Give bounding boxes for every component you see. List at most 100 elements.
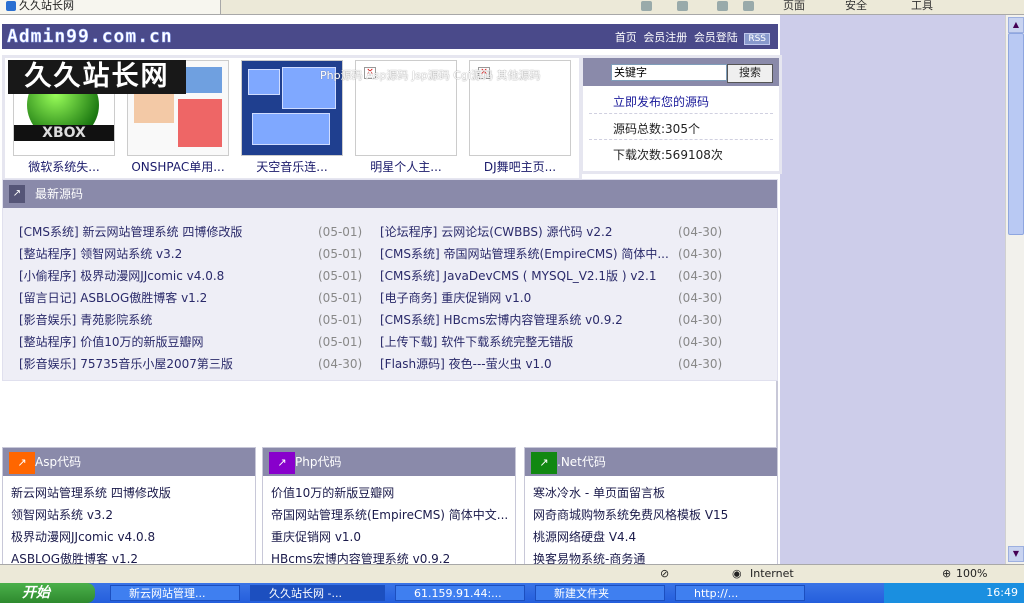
item-tag[interactable]: [上传下载] xyxy=(380,335,437,349)
site-url-banner: Admin99.com.cn xyxy=(7,26,173,48)
list-item[interactable]: 帝国网站管理系统(EmpireCMS) 简体中文... xyxy=(271,504,508,526)
list-item[interactable]: HBcms宏博内容管理系统 v0.9.2 xyxy=(271,548,508,564)
item-title[interactable]: 重庆促销网 v1.0 xyxy=(441,291,531,305)
list-item[interactable]: [CMS系统] JavaDevCMS ( MYSQL_V2.1版 ) v2.1 xyxy=(380,266,657,286)
list-item[interactable]: 领智网站系统 v3.2 xyxy=(11,504,171,526)
item-tag[interactable]: [电子商务] xyxy=(380,291,437,305)
item-tag[interactable]: [整站程序] xyxy=(19,335,76,349)
taskbar-item[interactable]: http://... xyxy=(675,585,805,601)
list-item[interactable]: [CMS系统] HBcms宏博内容管理系统 v0.9.2 xyxy=(380,310,623,330)
list-item[interactable]: [整站程序] 领智网站系统 v3.2 xyxy=(19,244,182,264)
site-header: Admin99.com.cn 首页 会员注册 会员登陆 RSS xyxy=(2,24,778,49)
item-tag[interactable]: [整站程序] xyxy=(19,247,76,261)
scroll-thumb[interactable] xyxy=(1008,33,1024,235)
item-tag[interactable]: [Flash源码] xyxy=(380,357,445,371)
item-title[interactable]: 极界动漫网JJcomic v4.0.8 xyxy=(80,269,224,283)
list-item[interactable]: 寒冰冷水 - 单页面留言板 xyxy=(533,482,728,504)
code-list: 新云网站管理系统 四博修改版 领智网站系统 v3.2 极界动漫网JJcomic … xyxy=(11,482,171,564)
search-input[interactable] xyxy=(611,64,727,81)
featured-caption[interactable]: DJ舞吧主页... xyxy=(465,158,575,175)
item-tag[interactable]: [论坛程序] xyxy=(380,225,437,239)
windows-taskbar: 开始 新云网站管理... 久久站长网 -... 61.159.91.44:...… xyxy=(0,583,1024,603)
item-tag[interactable]: [影音娱乐] xyxy=(19,313,76,327)
list-item[interactable]: 极界动漫网JJcomic v4.0.8 xyxy=(11,526,171,548)
taskbar-item[interactable]: 61.159.91.44:... xyxy=(395,585,525,601)
print-icon[interactable] xyxy=(743,1,754,11)
taskbar-item[interactable]: 新建文件夹 xyxy=(535,585,665,601)
item-tag[interactable]: [小偷程序] xyxy=(19,269,76,283)
section-title: 最新源码 xyxy=(35,187,84,201)
feeds-icon[interactable] xyxy=(677,1,688,11)
arrow-icon: ↗ xyxy=(9,452,35,474)
list-item[interactable]: [CMS系统] 帝国网站管理系统(EmpireCMS) 简体中... xyxy=(380,244,669,264)
start-button[interactable]: 开始 xyxy=(0,583,95,603)
register-link[interactable]: 会员注册 xyxy=(643,31,687,44)
item-tag[interactable]: [CMS系统] xyxy=(380,269,440,283)
list-item[interactable]: [上传下载] 软件下载系统完整无错版 xyxy=(380,332,573,352)
item-title[interactable]: ASBLOG傲胜博客 v1.2 xyxy=(80,291,207,305)
item-title[interactable]: JavaDevCMS ( MYSQL_V2.1版 ) v2.1 xyxy=(444,269,657,283)
section-header: ↗ Asp代码 xyxy=(3,448,255,476)
taskbar-item[interactable]: 久久站长网 -... xyxy=(250,585,385,601)
site-logo[interactable]: 久久站长网 xyxy=(8,60,186,94)
browser-toolbar: 久久站长网 页面 安全 工具 xyxy=(0,0,1024,15)
taskbar-item[interactable]: 新云网站管理... xyxy=(110,585,240,601)
list-item[interactable]: 重庆促销网 v1.0 xyxy=(271,526,508,548)
tools-menu[interactable]: 工具 xyxy=(911,0,933,12)
list-item[interactable]: ASBLOG傲胜博客 v1.2 xyxy=(11,548,171,564)
featured-caption[interactable]: ONSHPAC单用... xyxy=(123,158,233,175)
featured-caption[interactable]: 明星个人主... xyxy=(351,158,461,175)
item-tag[interactable]: [CMS系统] xyxy=(380,313,440,327)
list-item[interactable]: [小偷程序] 极界动漫网JJcomic v4.0.8 xyxy=(19,266,224,286)
mail-icon[interactable] xyxy=(717,1,728,11)
list-item[interactable]: 新云网站管理系统 四博修改版 xyxy=(11,482,171,504)
vertical-scrollbar[interactable]: ▲ ▼ xyxy=(1005,15,1024,564)
home-link[interactable]: 首页 xyxy=(615,31,637,44)
featured-caption[interactable]: 天空音乐连... xyxy=(237,158,347,175)
item-date: (04-30) xyxy=(678,225,723,239)
login-link[interactable]: 会员登陆 xyxy=(694,31,738,44)
item-title[interactable]: 价值10万的新版豆瓣网 xyxy=(80,335,203,349)
list-item[interactable]: 桃源网络硬盘 V4.4 xyxy=(533,526,728,548)
item-title[interactable]: HBcms宏博内容管理系统 v0.9.2 xyxy=(444,313,623,327)
list-item[interactable]: [留言日记] ASBLOG傲胜博客 v1.2 xyxy=(19,288,207,308)
item-title[interactable]: 夜色---萤火虫 v1.0 xyxy=(449,357,552,371)
list-item[interactable]: [Flash源码] 夜色---萤火虫 v1.0 xyxy=(380,354,552,374)
item-date: (04-30) xyxy=(678,247,723,261)
category-marquee[interactable]: Php源码 Asp源码 Jsp源码 Cgi源码 其他源码 xyxy=(320,67,541,83)
rss-badge[interactable]: RSS xyxy=(744,33,770,45)
publish-source-link[interactable]: 立即发布您的源码 xyxy=(613,93,709,110)
item-title[interactable]: 软件下载系统完整无错版 xyxy=(441,335,573,349)
item-title[interactable]: 青苑影院系统 xyxy=(80,313,152,327)
clock[interactable]: 16:49 xyxy=(986,586,1018,599)
list-item[interactable]: 换客易物系统-商务通 xyxy=(533,548,728,564)
list-item[interactable]: [影音娱乐] 青苑影院系统 xyxy=(19,310,152,330)
list-item[interactable]: [CMS系统] 新云网站管理系统 四博修改版 xyxy=(19,222,242,242)
item-title[interactable]: 云网论坛(CWBBS) 源代码 v2.2 xyxy=(441,225,612,239)
item-tag[interactable]: [CMS系统] xyxy=(19,225,79,239)
item-tag[interactable]: [影音娱乐] xyxy=(19,357,76,371)
search-bar: 搜索 xyxy=(583,58,779,86)
item-title[interactable]: 新云网站管理系统 四博修改版 xyxy=(83,225,243,239)
search-button[interactable]: 搜索 xyxy=(727,64,773,83)
php-code-section: ↗ Php代码 价值10万的新版豆瓣网 帝国网站管理系统(EmpireCMS) … xyxy=(262,447,516,564)
safety-menu[interactable]: 安全 xyxy=(845,0,867,12)
list-item[interactable]: [影音娱乐] 75735音乐小屋2007第三版 xyxy=(19,354,233,374)
scroll-down-icon[interactable]: ▼ xyxy=(1008,546,1024,562)
list-item[interactable]: 网奇商城购物系统免费风格模板 V15 xyxy=(533,504,728,526)
list-item[interactable]: [整站程序] 价值10万的新版豆瓣网 xyxy=(19,332,203,352)
featured-caption[interactable]: 微软系统失... xyxy=(9,158,119,175)
browser-tab[interactable]: 久久站长网 xyxy=(0,0,221,14)
item-title[interactable]: 领智网站系统 v3.2 xyxy=(80,247,182,261)
home-icon[interactable] xyxy=(641,1,652,11)
item-tag[interactable]: [CMS系统] xyxy=(380,247,440,261)
list-item[interactable]: [论坛程序] 云网论坛(CWBBS) 源代码 v2.2 xyxy=(380,222,613,242)
zoom-level[interactable]: 100% xyxy=(956,567,987,580)
item-title[interactable]: 75735音乐小屋2007第三版 xyxy=(80,357,233,371)
scroll-up-icon[interactable]: ▲ xyxy=(1008,17,1024,33)
item-tag[interactable]: [留言日记] xyxy=(19,291,76,305)
list-item[interactable]: 价值10万的新版豆瓣网 xyxy=(271,482,508,504)
item-title[interactable]: 帝国网站管理系统(EmpireCMS) 简体中... xyxy=(444,247,669,261)
page-menu[interactable]: 页面 xyxy=(783,0,805,12)
list-item[interactable]: [电子商务] 重庆促销网 v1.0 xyxy=(380,288,531,308)
